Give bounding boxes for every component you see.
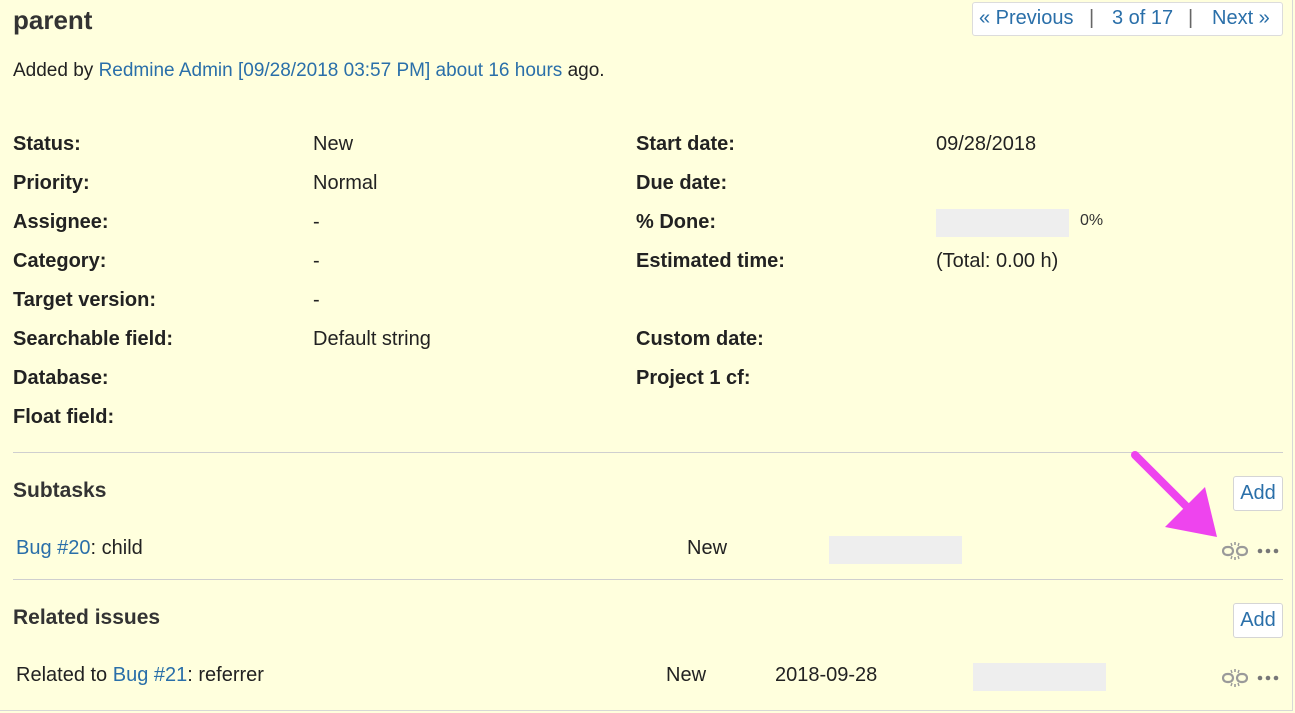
arrow-annotation [1131, 451, 1217, 537]
subtask-row: Bug #20: child [16, 537, 143, 560]
previous-link[interactable]: « Previous [979, 7, 1074, 30]
due-date-label: Due date: [636, 172, 728, 194]
done-ratio-progress-bar [936, 209, 1069, 237]
unlink-icon[interactable] [1222, 668, 1248, 688]
issue-panel [0, 0, 1293, 711]
related-issues-title: Related issues [13, 606, 161, 629]
related-issue-link[interactable]: Bug #21 [113, 664, 188, 686]
next-link[interactable]: Next » [1212, 7, 1270, 30]
related-issue-subject: : referrer [187, 664, 264, 686]
added-by-prefix: Added by [13, 60, 99, 81]
done-ratio-percent: 0% [1080, 212, 1104, 229]
pager-separator: | [1089, 7, 1095, 29]
author-link[interactable]: Redmine Admin [99, 60, 233, 81]
subtask-issue-link[interactable]: Bug #20 [16, 537, 91, 559]
subtask-progress-bar [829, 536, 962, 564]
assignee-label: Assignee: [13, 211, 109, 233]
related-issue-date: 2018-09-28 [775, 664, 878, 686]
searchable-field-value: Default string [313, 328, 431, 350]
subtask-subject: : child [90, 537, 143, 559]
added-by-suffix: ago. [562, 60, 605, 81]
subtasks-title: Subtasks [13, 479, 107, 502]
related-issue-status: New [666, 664, 707, 686]
estimated-time-value: (Total: 0.00 h) [936, 250, 1059, 272]
priority-value: Normal [313, 172, 378, 194]
section-divider [13, 452, 1283, 453]
section-divider [13, 579, 1283, 580]
estimated-time-label: Estimated time: [636, 250, 785, 272]
pager-separator: | [1188, 7, 1194, 29]
issue-position-link[interactable]: 3 of 17 [1112, 7, 1173, 30]
more-actions-icon[interactable] [1256, 673, 1282, 683]
priority-label: Priority: [13, 172, 90, 194]
issue-title: parent [13, 5, 93, 35]
searchable-field-label: Searchable field: [13, 328, 174, 350]
created-ago-link[interactable]: about 16 hours [436, 60, 563, 81]
add-subtask-button[interactable]: Add [1233, 476, 1283, 511]
assignee-value: - [313, 211, 320, 233]
subtask-status: New [687, 537, 728, 559]
issue-pager: « Previous | 3 of 17 | Next » [972, 2, 1283, 36]
project-cf-label: Project 1 cf: [636, 367, 751, 389]
database-label: Database: [13, 367, 109, 389]
start-date-value: 09/28/2018 [936, 133, 1037, 155]
issue-author-line: Added by Redmine Admin [09/28/2018 03:57… [13, 60, 605, 82]
target-version-value: - [313, 289, 320, 311]
related-issue-row: Related to Bug #21: referrer [16, 664, 264, 687]
more-actions-icon[interactable] [1256, 546, 1282, 556]
target-version-label: Target version: [13, 289, 156, 311]
status-value: New [313, 133, 354, 155]
start-date-label: Start date: [636, 133, 735, 155]
status-label: Status: [13, 133, 81, 155]
relation-type: Related to [16, 664, 113, 686]
related-issue-progress-bar [973, 663, 1106, 691]
add-related-issue-button[interactable]: Add [1233, 603, 1283, 638]
done-ratio-label: % Done: [636, 211, 716, 233]
category-label: Category: [13, 250, 107, 272]
float-field-label: Float field: [13, 406, 115, 428]
category-value: - [313, 250, 320, 272]
created-date-link[interactable]: [09/28/2018 03:57 PM] [238, 60, 430, 81]
custom-date-label: Custom date: [636, 328, 764, 350]
unlink-icon[interactable] [1222, 541, 1248, 561]
